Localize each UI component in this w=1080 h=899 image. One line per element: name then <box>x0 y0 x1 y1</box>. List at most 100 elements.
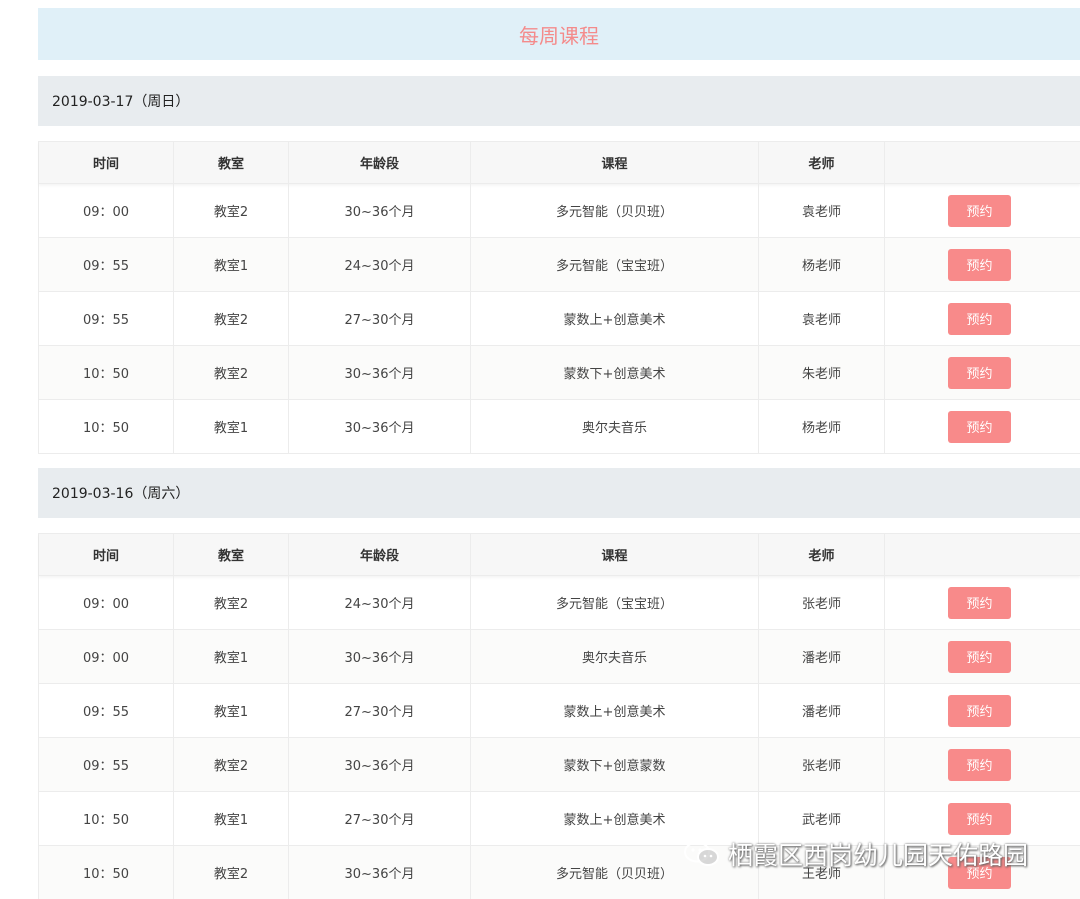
col-header-room: 教室 <box>174 534 289 575</box>
cell-room: 教室2 <box>174 576 289 629</box>
cell-age: 27~30个月 <box>289 684 471 737</box>
cell-age: 30~36个月 <box>289 346 471 399</box>
table-row: 09：55 教室2 27~30个月 蒙数上+创意美术 袁老师 预约 <box>39 292 1080 346</box>
cell-teacher: 杨老师 <box>759 400 885 453</box>
cell-age: 30~36个月 <box>289 738 471 791</box>
cell-action: 预约 <box>885 184 1080 237</box>
col-header-course: 课程 <box>471 534 759 575</box>
cell-time: 10：50 <box>39 792 174 845</box>
table-row: 09：55 教室2 30~36个月 蒙数下+创意蒙数 张老师 预约 <box>39 738 1080 792</box>
cell-action: 预约 <box>885 238 1080 291</box>
cell-time: 10：50 <box>39 846 174 899</box>
cell-course: 蒙数下+创意美术 <box>471 346 759 399</box>
cell-action: 预约 <box>885 346 1080 399</box>
table-row: 09：55 教室1 27~30个月 蒙数上+创意美术 潘老师 预约 <box>39 684 1080 738</box>
table-row: 09：00 教室2 24~30个月 多元智能（宝宝班） 张老师 预约 <box>39 576 1080 630</box>
col-header-teacher: 老师 <box>759 142 885 183</box>
col-header-action <box>885 142 1080 183</box>
cell-age: 27~30个月 <box>289 292 471 345</box>
cell-time: 09：55 <box>39 292 174 345</box>
cell-time: 10：50 <box>39 400 174 453</box>
cell-room: 教室2 <box>174 846 289 899</box>
cell-teacher: 潘老师 <box>759 630 885 683</box>
schedule-page: 每周课程 2019-03-17（周日） 时间 教室 年龄段 课程 老师 09：0… <box>0 0 1080 899</box>
col-header-age: 年龄段 <box>289 142 471 183</box>
cell-time: 09：55 <box>39 684 174 737</box>
cell-teacher: 袁老师 <box>759 184 885 237</box>
cell-action: 预约 <box>885 630 1080 683</box>
page-title: 每周课程 <box>519 23 599 48</box>
cell-room: 教室2 <box>174 346 289 399</box>
book-button[interactable]: 预约 <box>948 694 1011 727</box>
watermark: 栖霞区西岗幼儿园天佑路园 <box>682 836 1028 872</box>
book-button[interactable]: 预约 <box>948 302 1011 335</box>
col-header-age: 年龄段 <box>289 534 471 575</box>
day-header-2: 2019-03-16（周六） <box>38 468 1080 518</box>
cell-age: 30~36个月 <box>289 846 471 899</box>
col-header-room: 教室 <box>174 142 289 183</box>
day-date: 2019-03-17（周日） <box>52 94 190 110</box>
schedule-table-1: 时间 教室 年龄段 课程 老师 09：00 教室2 30~36个月 多元智能（贝… <box>38 141 1080 454</box>
cell-age: 30~36个月 <box>289 400 471 453</box>
cell-time: 09：00 <box>39 576 174 629</box>
cell-time: 09：00 <box>39 630 174 683</box>
book-button[interactable]: 预约 <box>948 640 1011 673</box>
cell-time: 09：55 <box>39 238 174 291</box>
cell-course: 奥尔夫音乐 <box>471 630 759 683</box>
cell-action: 预约 <box>885 576 1080 629</box>
cell-time: 09：00 <box>39 184 174 237</box>
col-header-time: 时间 <box>39 142 174 183</box>
book-button[interactable]: 预约 <box>948 748 1011 781</box>
table-header-row: 时间 教室 年龄段 课程 老师 <box>39 141 1080 184</box>
cell-teacher: 袁老师 <box>759 292 885 345</box>
cell-age: 27~30个月 <box>289 792 471 845</box>
cell-time: 09：55 <box>39 738 174 791</box>
cell-age: 24~30个月 <box>289 238 471 291</box>
cell-room: 教室2 <box>174 292 289 345</box>
wechat-icon <box>684 841 719 866</box>
cell-course: 奥尔夫音乐 <box>471 400 759 453</box>
cell-room: 教室1 <box>174 684 289 737</box>
book-button[interactable]: 预约 <box>948 410 1011 443</box>
cell-age: 30~36个月 <box>289 630 471 683</box>
day-header-1: 2019-03-17（周日） <box>38 76 1080 126</box>
cell-age: 24~30个月 <box>289 576 471 629</box>
cell-room: 教室2 <box>174 184 289 237</box>
cell-age: 30~36个月 <box>289 184 471 237</box>
cell-course: 蒙数上+创意美术 <box>471 684 759 737</box>
cell-course: 多元智能（贝贝班） <box>471 184 759 237</box>
cell-room: 教室1 <box>174 238 289 291</box>
cell-room: 教室1 <box>174 400 289 453</box>
table-row: 10：50 教室1 30~36个月 奥尔夫音乐 杨老师 预约 <box>39 400 1080 454</box>
cell-room: 教室1 <box>174 630 289 683</box>
cell-course: 多元智能（宝宝班） <box>471 576 759 629</box>
cell-course: 蒙数上+创意美术 <box>471 292 759 345</box>
watermark-text: 栖霞区西岗幼儿园天佑路园 <box>728 841 1029 870</box>
weekly-schedule-banner: 每周课程 <box>38 8 1080 60</box>
cell-course: 多元智能（宝宝班） <box>471 238 759 291</box>
book-button[interactable]: 预约 <box>948 248 1011 281</box>
table-row: 09：00 教室2 30~36个月 多元智能（贝贝班） 袁老师 预约 <box>39 184 1080 238</box>
cell-time: 10：50 <box>39 346 174 399</box>
book-button[interactable]: 预约 <box>948 802 1011 835</box>
book-button[interactable]: 预约 <box>948 586 1011 619</box>
cell-action: 预约 <box>885 684 1080 737</box>
table-row: 09：55 教室1 24~30个月 多元智能（宝宝班） 杨老师 预约 <box>39 238 1080 292</box>
day-date: 2019-03-16（周六） <box>52 486 190 502</box>
col-header-action <box>885 534 1080 575</box>
cell-room: 教室2 <box>174 738 289 791</box>
cell-teacher: 张老师 <box>759 738 885 791</box>
cell-teacher: 朱老师 <box>759 346 885 399</box>
cell-action: 预约 <box>885 400 1080 453</box>
col-header-time: 时间 <box>39 534 174 575</box>
cell-action: 预约 <box>885 738 1080 791</box>
table-row: 10：50 教室2 30~36个月 蒙数下+创意美术 朱老师 预约 <box>39 346 1080 400</box>
table-header-row: 时间 教室 年龄段 课程 老师 <box>39 533 1080 576</box>
table-row: 09：00 教室1 30~36个月 奥尔夫音乐 潘老师 预约 <box>39 630 1080 684</box>
book-button[interactable]: 预约 <box>948 356 1011 389</box>
book-button[interactable]: 预约 <box>948 194 1011 227</box>
cell-teacher: 杨老师 <box>759 238 885 291</box>
cell-teacher: 潘老师 <box>759 684 885 737</box>
cell-course: 蒙数下+创意蒙数 <box>471 738 759 791</box>
cell-teacher: 张老师 <box>759 576 885 629</box>
